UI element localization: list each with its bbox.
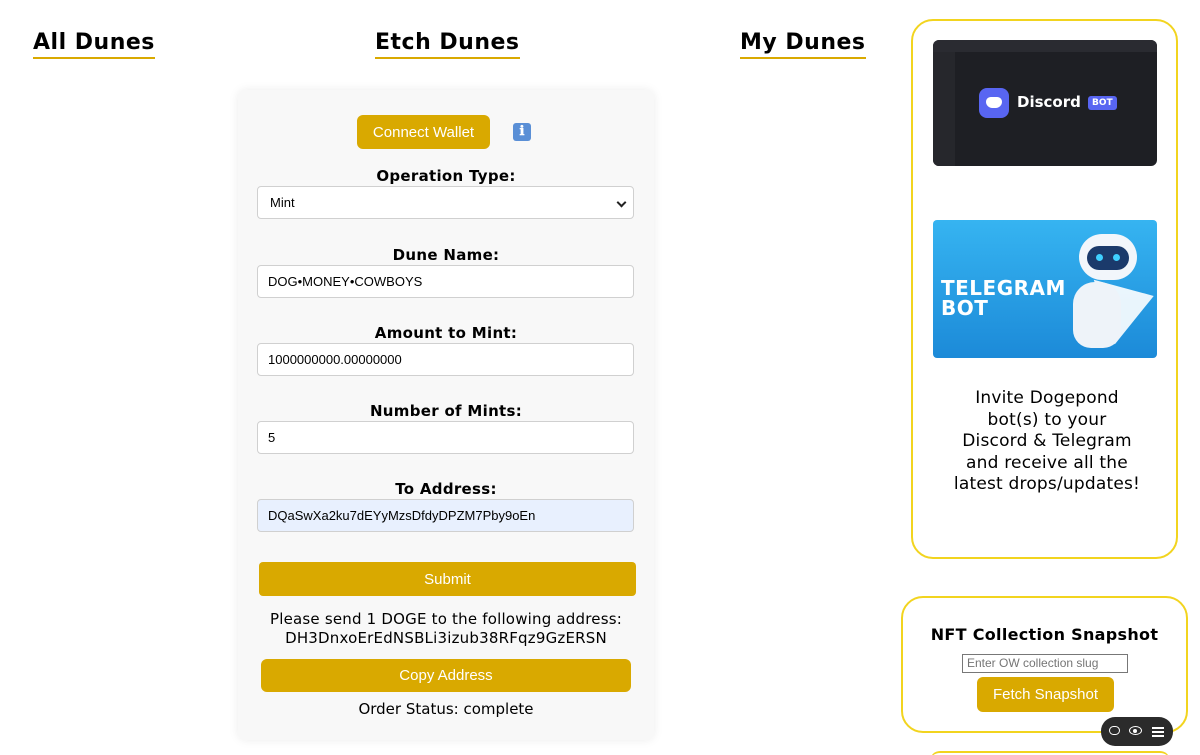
nav-etch-dunes[interactable]: Etch Dunes: [375, 30, 520, 59]
payment-line: Please send 1 DOGE to the following addr…: [269, 610, 623, 628]
telegram-bot-banner[interactable]: TELEGRAM BOT: [933, 220, 1157, 358]
dune-name-label: Dune Name:: [392, 246, 500, 264]
amount-label: Amount to Mint:: [374, 324, 518, 342]
payment-address: DH3DnxoErEdNSBLi3izub38RFqz9GzERSN: [285, 629, 607, 647]
submit-button[interactable]: Submit: [259, 562, 636, 596]
nav-my-dunes[interactable]: My Dunes: [740, 30, 866, 59]
operation-type-value: Mint: [270, 195, 295, 210]
amount-input[interactable]: 1000000000.00000000: [257, 343, 634, 376]
eye-icon[interactable]: [1129, 724, 1143, 738]
menu-icon[interactable]: [1151, 724, 1165, 738]
discord-bot-banner[interactable]: Discord BOT: [933, 40, 1157, 166]
operation-type-select[interactable]: Mint: [257, 186, 634, 219]
connect-wallet-button[interactable]: Connect Wallet: [357, 115, 490, 149]
banner-stripe: [933, 40, 1157, 52]
mints-label: Number of Mints:: [369, 402, 523, 420]
robot-body: [1073, 282, 1121, 348]
dune-name-input[interactable]: DOG•MONEY•COWBOYS: [257, 265, 634, 298]
order-status: Order Status: complete: [358, 700, 534, 718]
discord-icon: [979, 88, 1009, 118]
bot-badge: BOT: [1088, 96, 1117, 110]
chevron-down-icon: [616, 197, 627, 208]
mints-input[interactable]: 5: [257, 421, 634, 454]
operation-type-label: Operation Type:: [376, 167, 516, 185]
to-address-label: To Address:: [395, 480, 497, 498]
next-card-edge: [930, 751, 1170, 755]
snapshot-title: NFT Collection Snapshot: [930, 625, 1159, 644]
discord-word: Discord: [1017, 93, 1081, 111]
bot-promo-card: Discord BOT TELEGRAM BOT Invite Dogepond…: [911, 19, 1178, 559]
fetch-snapshot-button[interactable]: Fetch Snapshot: [977, 677, 1114, 712]
nav-all-dunes[interactable]: All Dunes: [33, 30, 155, 59]
chat-icon[interactable]: [1108, 724, 1122, 738]
collection-slug-input[interactable]: Enter OW collection slug: [962, 654, 1128, 673]
payment-instructions: Please send 1 DOGE to the following addr…: [238, 610, 654, 648]
banner-sidebar: [933, 52, 955, 166]
mint-form-card: Connect Wallet ℹ Operation Type: Mint Du…: [238, 90, 654, 740]
to-address-input[interactable]: DQaSwXa2ku7dEYyMzsDfdyDPZM7Pby9oEn: [257, 499, 634, 532]
info-icon[interactable]: ℹ: [513, 123, 531, 141]
copy-address-button[interactable]: Copy Address: [261, 659, 631, 692]
robot-face: [1087, 246, 1129, 270]
telegram-word: TELEGRAM BOT: [941, 276, 1066, 320]
floating-toolbar: [1101, 717, 1173, 746]
promo-text: Invite Dogepond bot(s) to your Discord &…: [953, 388, 1141, 494]
nft-snapshot-card: NFT Collection Snapshot Enter OW collect…: [901, 596, 1188, 733]
